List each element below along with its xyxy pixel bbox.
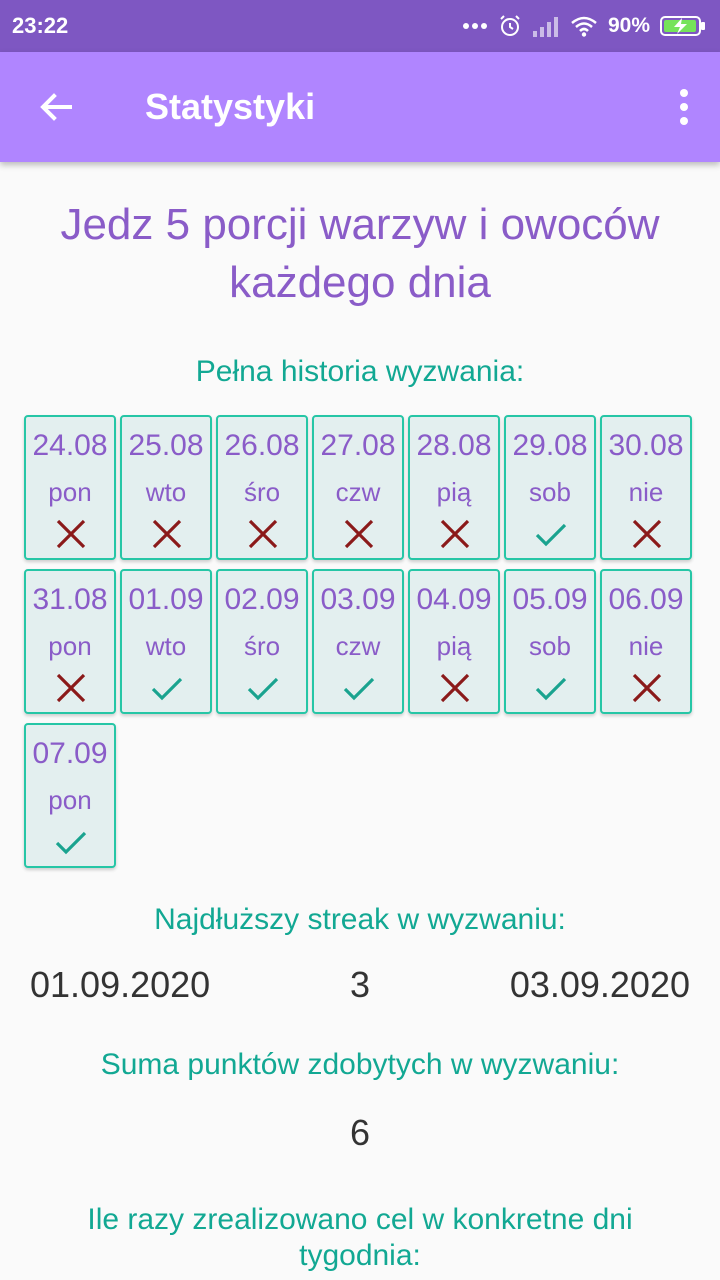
day-cell: 01.09 wto xyxy=(120,569,212,714)
check-icon xyxy=(151,677,183,701)
day-date: 26.08 xyxy=(224,429,300,462)
weekdays-label-line2: tygodnia: xyxy=(299,1239,421,1272)
day-name: śro xyxy=(243,477,281,507)
day-cell: 04.09 pią xyxy=(408,569,500,714)
streak-end-date: 03.09.2020 xyxy=(509,964,690,1005)
cross-icon xyxy=(632,673,662,703)
page-title: Statystyki xyxy=(145,86,316,127)
day-date: 03.09 xyxy=(320,583,396,616)
day-cell: 07.09 pon xyxy=(24,723,116,868)
streak-length: 3 xyxy=(349,964,371,1005)
history-label: Pełna historia wyzwania: xyxy=(195,355,525,388)
day-name: nie xyxy=(628,631,664,661)
day-date: 24.08 xyxy=(32,429,108,462)
check-icon xyxy=(55,831,87,855)
day-name: pią xyxy=(436,631,472,661)
day-cell: 29.08 sob xyxy=(504,415,596,560)
day-cell: 05.09 sob xyxy=(504,569,596,714)
signal-icon xyxy=(532,17,558,37)
day-name: pon xyxy=(48,477,92,507)
check-icon xyxy=(247,677,279,701)
day-name: czw xyxy=(335,631,381,661)
challenge-title: Jedz 5 porcji warzyw i owoców każdego dn… xyxy=(20,196,700,312)
day-cell: 03.09 czw xyxy=(312,569,404,714)
day-name: nie xyxy=(628,477,664,507)
more-dots-icon xyxy=(462,23,487,29)
day-cell: 31.08 pon xyxy=(24,569,116,714)
day-name: wto xyxy=(145,631,187,661)
day-date: 27.08 xyxy=(320,429,396,462)
day-date: 02.09 xyxy=(224,583,300,616)
weekdays-label-line1: Ile razy zrealizowano cel w konkretne dn… xyxy=(87,1203,633,1236)
day-date: 04.09 xyxy=(416,583,492,616)
app-bar: Statystyki xyxy=(0,52,720,162)
day-date: 06.09 xyxy=(608,583,684,616)
cross-icon xyxy=(344,519,374,549)
day-name: pon xyxy=(48,785,92,815)
arrow-back-icon[interactable] xyxy=(32,83,80,131)
day-date: 07.09 xyxy=(32,737,108,770)
history-grid: 24.08 pon 25.08 wto 26.08 śro 27.08 czw 28.08 pią… xyxy=(24,415,692,868)
day-date: 01.09 xyxy=(128,583,204,616)
day-cell: 25.08 wto xyxy=(120,415,212,560)
status-bar: 23:22 90% xyxy=(0,0,720,52)
day-date: 28.08 xyxy=(416,429,492,462)
status-icons: 90% xyxy=(462,10,706,42)
cross-icon xyxy=(56,519,86,549)
cross-icon xyxy=(152,519,182,549)
status-time: 23:22 xyxy=(12,13,69,38)
streak-label: Najdłuższy streak w wyzwaniu: xyxy=(154,903,566,936)
day-cell: 30.08 nie xyxy=(600,415,692,560)
check-icon xyxy=(535,677,567,701)
check-icon xyxy=(535,523,567,547)
more-vert-icon[interactable] xyxy=(674,85,694,129)
cross-icon xyxy=(56,673,86,703)
day-cell: 02.09 śro xyxy=(216,569,308,714)
day-name: czw xyxy=(335,477,381,507)
day-name: wto xyxy=(145,477,187,507)
cross-icon xyxy=(248,519,278,549)
battery-charging-icon xyxy=(660,16,705,36)
cross-icon xyxy=(632,519,662,549)
day-cell: 24.08 pon xyxy=(24,415,116,560)
day-cell: 28.08 pią xyxy=(408,415,500,560)
day-cell: 26.08 śro xyxy=(216,415,308,560)
wifi-icon xyxy=(571,16,597,37)
day-name: pon xyxy=(48,631,92,661)
alarm-icon xyxy=(500,15,520,36)
weekdays-label: Ile razy zrealizowano cel w konkretne dn… xyxy=(20,1202,700,1274)
day-name: śro xyxy=(243,631,281,661)
day-date: 25.08 xyxy=(128,429,204,462)
points-value: 6 xyxy=(349,1112,371,1153)
cross-icon xyxy=(440,519,470,549)
day-name: sob xyxy=(529,631,571,661)
day-date: 29.08 xyxy=(512,429,588,462)
cross-icon xyxy=(440,673,470,703)
day-date: 30.08 xyxy=(608,429,684,462)
check-icon xyxy=(343,677,375,701)
streak-row: 01.09.2020 3 03.09.2020 xyxy=(30,964,690,1006)
points-label: Suma punktów zdobytych w wyzwaniu: xyxy=(100,1048,620,1081)
challenge-title-line2: każdego dnia xyxy=(229,258,491,307)
day-name: pią xyxy=(436,477,472,507)
streak-start-date: 01.09.2020 xyxy=(30,964,211,1005)
challenge-title-line1: Jedz 5 porcji warzyw i owoców xyxy=(60,200,660,249)
day-name: sob xyxy=(529,477,571,507)
day-date: 31.08 xyxy=(32,583,108,616)
battery-percent: 90% xyxy=(607,14,650,37)
day-cell: 06.09 nie xyxy=(600,569,692,714)
day-cell: 27.08 czw xyxy=(312,415,404,560)
day-date: 05.09 xyxy=(512,583,588,616)
